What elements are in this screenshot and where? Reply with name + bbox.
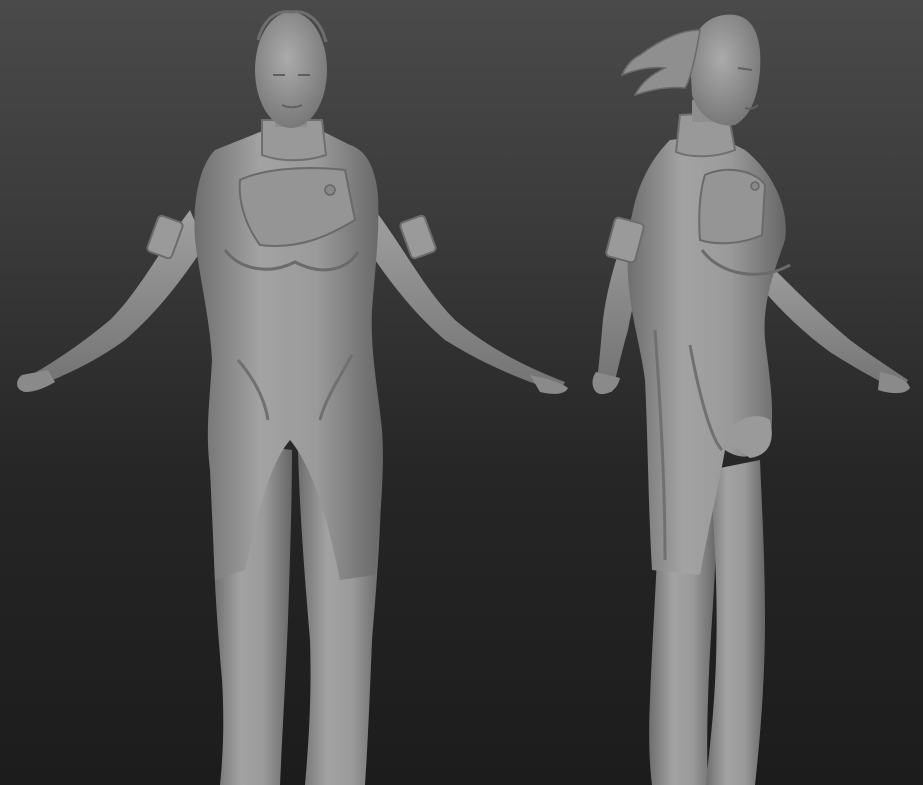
front-view-figure <box>17 10 568 785</box>
sculpt-viewport[interactable] <box>0 0 923 785</box>
front-head <box>255 12 327 128</box>
side-front-arm <box>755 255 908 392</box>
side-chest-button <box>750 181 760 191</box>
front-chest-button <box>324 184 336 196</box>
side-front-leg <box>706 460 765 785</box>
front-right-arm <box>365 210 565 392</box>
sculpt-canvas <box>17 10 910 785</box>
side-view-figure <box>592 14 910 785</box>
side-chest-panel <box>698 168 767 245</box>
front-left-hand <box>17 370 55 392</box>
side-head-tentacles <box>620 29 701 97</box>
front-right-armband <box>399 214 437 260</box>
